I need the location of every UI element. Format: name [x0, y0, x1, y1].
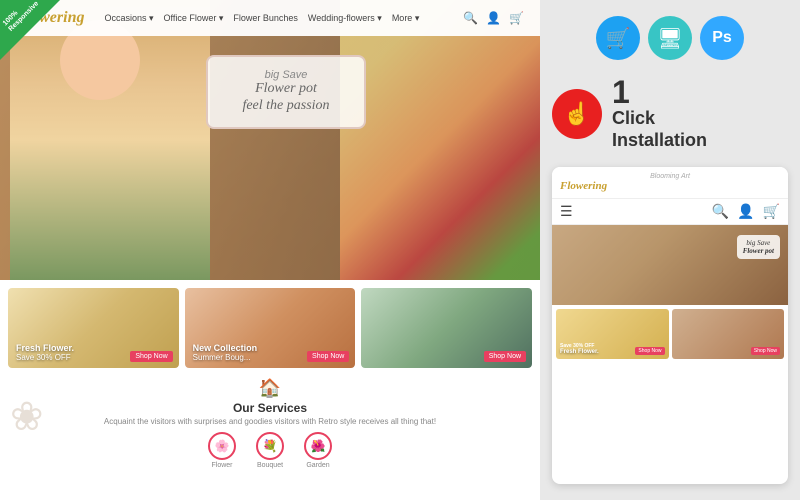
card-2-btn[interactable]: Shop Now [307, 351, 349, 362]
responsive-badge: 100% Responsive [0, 0, 60, 60]
mobile-card-2-btn[interactable]: Shop Now [751, 347, 780, 355]
service-label-2: Bouquet [256, 462, 284, 469]
nav-flower-bunches[interactable]: Flower Bunches [233, 13, 298, 24]
service-circle-2: 💐 [256, 432, 284, 460]
card-1-subtitle: Save 30% OFF [16, 353, 74, 362]
services-icon: 🏠 [16, 378, 524, 399]
product-cards-row: Fresh Flower. Save 30% OFF Shop Now New … [0, 280, 540, 370]
service-label-1: Flower [208, 462, 236, 469]
mobile-nav-bar: ☰ 🔍 👤 🛒 [552, 199, 788, 225]
mobile-header: Blooming Art Flowering [552, 167, 788, 199]
left-panel: 100% Responsive Flowering Occasions ▾ Of… [0, 0, 540, 500]
nav-office[interactable]: Office Flower ▾ [164, 13, 224, 24]
card-1-btn[interactable]: Shop Now [130, 351, 172, 362]
card-2-text: New Collection Summer Boug... [193, 343, 258, 362]
mobile-hero-text: big Save Flower pot [737, 235, 780, 259]
mobile-cards-row: Fresh Flower. Save 30% OFF Shop Now Shop… [552, 305, 788, 363]
services-desc: Acquaint the visitors with surprises and… [16, 417, 524, 426]
nav-wedding[interactable]: Wedding-flowers ▾ [308, 13, 382, 24]
mobile-hero: big Save Flower pot [552, 225, 788, 305]
desktop-circle-icon[interactable]: 🖥 [648, 16, 692, 60]
cursor-icon: ☝ [563, 101, 590, 127]
click-install-row: ☝ 1 ClickInstallation [552, 76, 788, 151]
mobile-search-icon[interactable]: 🔍 [712, 203, 729, 220]
nav-more[interactable]: More ▾ [392, 13, 420, 24]
service-label-3: Garden [304, 462, 332, 469]
mobile-card-2: Shop Now [672, 309, 785, 359]
mobile-tagline: Blooming Art [560, 173, 780, 180]
flowers-right [340, 0, 540, 280]
nav-occasions[interactable]: Occasions ▾ [104, 13, 153, 24]
mobile-card-1-title: Fresh Flower. [560, 349, 599, 355]
card-1-text: Fresh Flower. Save 30% OFF [16, 343, 74, 362]
mobile-card-1-btn[interactable]: Shop Now [635, 347, 664, 355]
product-card-3: Shop Now [361, 288, 532, 368]
service-icons-row: 🌸 Flower 💐 Bouquet 🌺 Garden [16, 432, 524, 469]
flower-decoration: ❀ [10, 394, 44, 440]
hero-main-text: Flower pot feel the passion [228, 81, 344, 115]
mobile-card-1: Fresh Flower. Save 30% OFF Shop Now [556, 309, 669, 359]
hero-small-text: big Save [228, 69, 344, 81]
mobile-preview: Blooming Art Flowering ☰ 🔍 👤 🛒 big Save … [552, 167, 788, 484]
nav-icon-group: 🔍 👤 🛒 [463, 11, 524, 25]
card-1-title: Fresh Flower. [16, 343, 74, 353]
product-card-1: Fresh Flower. Save 30% OFF Shop Now [8, 288, 179, 368]
services-title: Our Services [16, 401, 524, 415]
cart-icon[interactable]: 🛒 [509, 11, 524, 25]
photoshop-circle-icon[interactable]: Ps [700, 16, 744, 60]
mobile-cart-icon[interactable]: 🛒 [763, 203, 780, 220]
hero-section: big Save Flower pot feel the passion [0, 0, 540, 280]
service-item-3: 🌺 Garden [304, 432, 332, 469]
mobile-menu-icon[interactable]: ☰ [560, 203, 573, 220]
search-icon[interactable]: 🔍 [463, 11, 478, 25]
click-number: 1 [612, 76, 707, 108]
user-icon[interactable]: 👤 [486, 11, 501, 25]
services-section: 🏠 Our Services Acquaint the visitors wit… [0, 370, 540, 473]
service-circle-1: 🌸 [208, 432, 236, 460]
service-item-1: 🌸 Flower [208, 432, 236, 469]
mobile-brand-logo: Flowering [560, 180, 780, 192]
card-2-subtitle: Summer Boug... [193, 353, 258, 362]
product-card-2: New Collection Summer Boug... Shop Now [185, 288, 356, 368]
top-icons-row: 🛒 🖥 Ps [552, 16, 788, 60]
card-3-btn[interactable]: Shop Now [484, 351, 526, 362]
click-label: ClickInstallation [612, 108, 707, 151]
mobile-card-1-sub: Save 30% OFF [560, 343, 594, 349]
service-circle-3: 🌺 [304, 432, 332, 460]
click-install-button[interactable]: ☝ [552, 89, 602, 139]
click-install-text: 1 ClickInstallation [612, 76, 707, 151]
nav-links: Occasions ▾ Office Flower ▾ Flower Bunch… [104, 13, 463, 24]
card-2-title: New Collection [193, 343, 258, 353]
cart-circle-icon[interactable]: 🛒 [596, 16, 640, 60]
hero-text-box: big Save Flower pot feel the passion [206, 55, 366, 129]
mobile-user-icon[interactable]: 👤 [737, 203, 754, 220]
navbar: Flowering Occasions ▾ Office Flower ▾ Fl… [0, 0, 540, 36]
right-panel: 🛒 🖥 Ps ☝ 1 ClickInstallation Blooming Ar… [540, 0, 800, 500]
service-item-2: 💐 Bouquet [256, 432, 284, 469]
